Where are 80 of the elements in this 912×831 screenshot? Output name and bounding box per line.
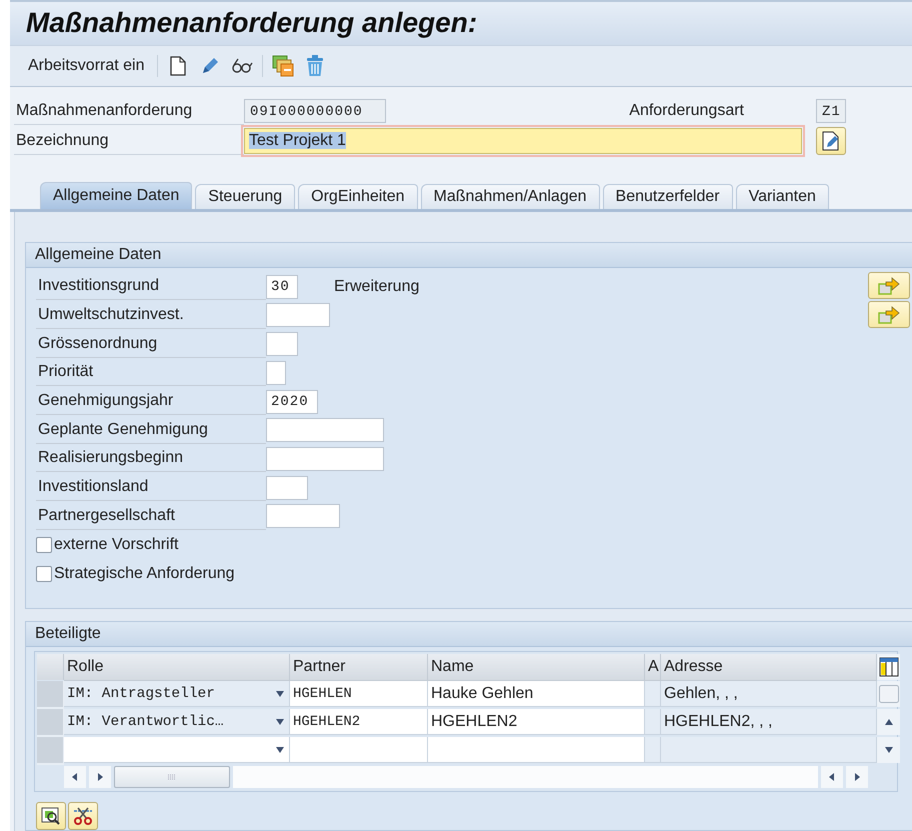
window-title: Maßnahmenanforderung anlegen: [26,7,478,40]
column-header[interactable]: A [645,654,661,681]
field-label: Partnergesellschaft [36,502,266,530]
column-header[interactable]: Adresse [661,654,877,681]
scissors-icon [72,806,94,826]
description-field[interactable]: Test Projekt 1 [244,128,802,154]
scroll-thumb-icon[interactable] [878,685,898,703]
field-label: Geplante Genehmigung [36,416,266,444]
checkbox-label: externe Vorschrift [54,536,178,554]
input-field[interactable] [266,476,308,500]
scroll-right-button[interactable] [89,766,111,788]
input-field[interactable] [266,332,298,356]
transfer-button[interactable] [868,272,910,300]
column-layout-icon[interactable] [878,657,898,677]
role-dropdown[interactable]: IM: Verantwortlic… [64,709,290,735]
table-cell: HGEHLEN [290,681,428,707]
input-field[interactable] [266,446,384,471]
long-text-button[interactable] [816,127,846,156]
checkbox-label: Strategische Anforderung [54,564,235,583]
table-cell [645,737,661,763]
transfer-arrow-icon [878,276,900,295]
column-header[interactable]: Rolle [64,654,290,681]
scroll-right-icon [852,773,862,781]
field-label: Umweltschutzinvest. [36,302,266,329]
scroll-left-button[interactable] [821,766,843,788]
tab[interactable]: OrgEinheiten [298,184,418,210]
column-header[interactable]: Partner [290,654,428,681]
role-dropdown[interactable]: IM: Antragsteller [64,681,290,707]
scroll-up-icon [884,718,894,726]
table-corner [37,654,64,680]
table-cell: Gehlen, , , [661,681,877,707]
field-label: Grössenordnung [36,330,266,358]
field-label: Genehmigungsjahr [36,388,266,416]
field-label: Maßnahmenanforderung [14,98,244,125]
cut-button[interactable] [68,802,98,830]
dropdown-caret-icon [275,718,285,726]
worklist-button[interactable]: Arbeitsvorrat ein [28,57,148,76]
table-cell [645,709,661,735]
dropdown-caret-icon [275,690,285,698]
table-cell [645,681,661,707]
request-number-field[interactable]: 09I000000000 [244,99,386,124]
field-label: Investitionsgrund [36,273,266,300]
tab[interactable]: Steuerung [195,184,296,210]
details-button[interactable] [36,802,66,830]
input-field[interactable] [266,360,286,385]
transfer-button[interactable] [868,301,910,328]
scroll-left-button[interactable] [64,766,86,788]
table-cell: Hauke Gehlen [428,681,645,707]
column-header[interactable]: Name [428,654,645,681]
scroll-right-icon [95,773,105,781]
input-field[interactable]: 2020 [266,390,318,414]
table-cell: HGEHLEN2 [290,709,428,735]
tab[interactable]: Maßnahmen/Anlagen [420,184,600,210]
scroll-right-button[interactable] [846,766,868,788]
scroll-left-icon [70,773,80,781]
input-field[interactable] [266,303,330,328]
field-label: Realisierungsbeginn [36,445,266,472]
document-pencil-icon [822,131,840,152]
tab[interactable]: Allgemeine Daten [40,182,192,210]
input-field[interactable]: 30 [266,274,298,299]
scroll-thumb[interactable] [114,766,230,788]
checkbox[interactable] [36,536,52,553]
tab[interactable]: Benutzerfelder [602,184,733,210]
table-cell: HGEHLEN2, , , [661,709,877,735]
transfer-arrow-icon [878,306,900,324]
dropdown-caret-icon [275,746,285,754]
field-description: Erweiterung [334,278,420,296]
checkbox[interactable] [36,566,52,582]
dropdown-caret-icon [884,746,894,754]
magnifier-icon [40,806,62,826]
field-label: Investitionsland [36,474,266,502]
field-label: Anforderungsart [629,102,744,120]
field-label: Priorität [36,359,266,386]
input-field[interactable] [266,418,384,442]
tab[interactable]: Varianten [736,184,829,210]
copy-button[interactable] [270,54,294,78]
request-type-field[interactable]: Z1 [816,99,846,124]
input-field[interactable] [266,504,340,528]
table-cell: HGEHLEN2 [428,709,645,735]
scroll-left-icon [827,773,837,781]
